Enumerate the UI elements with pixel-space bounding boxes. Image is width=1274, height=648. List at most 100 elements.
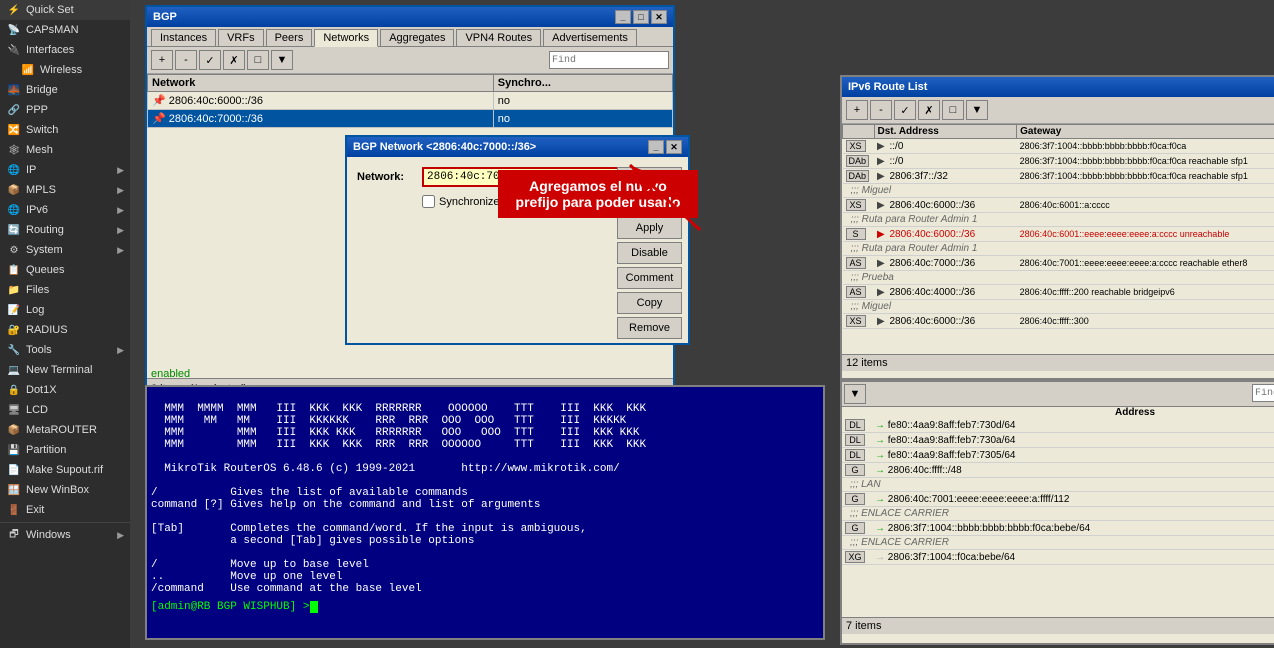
table-row[interactable]: G → 2806:3f7:1004::bbbb:bbbb:bbbb:f0ca:b… <box>842 521 1274 536</box>
ipv6-add-btn[interactable]: + <box>846 100 868 120</box>
route-comment: ;;; Miguel <box>843 184 1274 198</box>
comment-button[interactable]: Comment <box>617 267 682 289</box>
tab-peers[interactable]: Peers <box>266 29 313 46</box>
sidebar-item-switch[interactable]: 🔀 Switch <box>0 120 130 140</box>
table-row[interactable]: DAb ▶ 2806:3f7::/32 2806:3f7:1004::bbbb:… <box>843 169 1274 184</box>
synchronize-checkbox[interactable] <box>422 195 435 208</box>
sidebar-item-metarouter[interactable]: 📦 MetaROUTER <box>0 420 130 440</box>
sidebar-item-exit[interactable]: 🚪 Exit <box>0 500 130 520</box>
sidebar-item-files[interactable]: 📁 Files <box>0 280 130 300</box>
ipv6-titlebar[interactable]: IPv6 Route List _ □ ✕ <box>842 77 1274 97</box>
table-row[interactable]: DL → fe80::4aa9:8aff:feb7:7305/64 <box>842 448 1274 463</box>
ipv6-remove-btn[interactable]: - <box>870 100 892 120</box>
sidebar-item-log[interactable]: 📝 Log <box>0 300 130 320</box>
ipv6-check-btn[interactable]: ✓ <box>894 100 916 120</box>
table-row[interactable]: AS ▶ 2806:40c:4000::/36 2806:40c:ffff::2… <box>843 285 1274 300</box>
bgp-titlebar[interactable]: BGP _ □ ✕ <box>147 7 673 27</box>
sidebar-label-routing: Routing <box>26 224 64 236</box>
sidebar-item-queues[interactable]: 📋 Queues <box>0 260 130 280</box>
bgp-minimize-btn[interactable]: _ <box>615 10 631 24</box>
ipv6-items-count: 12 items <box>842 354 1274 371</box>
tab-networks[interactable]: Networks <box>314 29 378 47</box>
route-comment: ;;; Ruta para Router Admin 1 <box>843 242 1274 256</box>
sidebar-item-mpls[interactable]: 📦 MPLS ▶ <box>0 180 130 200</box>
bgp-maximize-btn[interactable]: □ <box>633 10 649 24</box>
addr-filter-btn[interactable]: ▼ <box>844 384 866 404</box>
terminal-window[interactable]: MMM MMMM MMM III KKK KKK RRRRRRR OOOOOO … <box>145 385 825 640</box>
sidebar-item-new-winbox[interactable]: 🪟 New WinBox <box>0 480 130 500</box>
sidebar-item-capsman[interactable]: 📡 CAPsMAN <box>0 20 130 40</box>
sidebar-item-radius[interactable]: 🔐 RADIUS <box>0 320 130 340</box>
ipv6-copy-btn[interactable]: □ <box>942 100 964 120</box>
sidebar-item-quick-set[interactable]: ⚡ Quick Set <box>0 0 130 20</box>
uncheck-btn[interactable]: ✗ <box>223 50 245 70</box>
ipv6-uncheck-btn[interactable]: ✗ <box>918 100 940 120</box>
table-row[interactable]: 📌 2806:40c:7000::/36 no <box>148 110 673 128</box>
system-icon: ⚙ <box>6 242 22 258</box>
bgp-dialog-titlebar[interactable]: BGP Network <2806:40c:7000::/36> _ ✕ <box>347 137 688 157</box>
check-btn[interactable]: ✓ <box>199 50 221 70</box>
table-row[interactable]: DL → fe80::4aa9:8aff:feb7:730a/64 <box>842 433 1274 448</box>
sidebar-item-tools[interactable]: 🔧 Tools ▶ <box>0 340 130 360</box>
table-row[interactable]: DL → fe80::4aa9:8aff:feb7:730d/64 <box>842 418 1274 433</box>
ipv6-filter-btn[interactable]: ▼ <box>966 100 988 120</box>
bgp-win-controls: _ □ ✕ <box>615 10 667 24</box>
tab-vrfs[interactable]: VRFs <box>218 29 264 46</box>
filter-btn[interactable]: ▼ <box>271 50 293 70</box>
table-row[interactable]: XS ▶ 2806:40c:6000::/36 2806:40c:ffff::3… <box>843 314 1274 329</box>
sidebar-item-windows[interactable]: 🗗 Windows ▶ <box>0 525 130 545</box>
tab-vpn4-routes[interactable]: VPN4 Routes <box>456 29 541 46</box>
sidebar-item-bridge[interactable]: 🌉 Bridge <box>0 80 130 100</box>
bgp-close-btn[interactable]: ✕ <box>651 10 667 24</box>
dialog-close-btn[interactable]: ✕ <box>666 140 682 154</box>
terminal-cursor <box>310 601 318 613</box>
addr-find-input[interactable] <box>1252 384 1274 402</box>
sidebar-item-dot1x[interactable]: 🔒 Dot1X <box>0 380 130 400</box>
bgp-find-input[interactable] <box>549 51 669 69</box>
sidebar-item-wireless[interactable]: 📶 Wireless <box>0 60 130 80</box>
tab-instances[interactable]: Instances <box>151 29 216 46</box>
bgp-toolbar: + - ✓ ✗ □ ▼ <box>147 47 673 74</box>
bridge-icon: 🌉 <box>6 82 22 98</box>
sidebar-item-lcd[interactable]: 🖥 LCD <box>0 400 130 420</box>
table-row[interactable]: S ▶ 2806:40c:6000::/36 2806:40c:6001::ee… <box>843 227 1274 242</box>
table-row[interactable]: G → 2806:40c:ffff::/48 <box>842 463 1274 478</box>
remove-button[interactable]: Remove <box>617 317 682 339</box>
sidebar-item-ip[interactable]: 🌐 IP ▶ <box>0 160 130 180</box>
add-btn[interactable]: + <box>151 50 173 70</box>
table-row[interactable]: AS ▶ 2806:40c:7000::/36 2806:40c:7001::e… <box>843 256 1274 271</box>
tab-advertisements[interactable]: Advertisements <box>543 29 637 46</box>
tab-aggregates[interactable]: Aggregates <box>380 29 454 46</box>
table-row[interactable]: DAb ▶ ::/0 2806:3f7:1004::bbbb:bbbb:bbbb… <box>843 154 1274 169</box>
table-row[interactable]: XG → 2806:3f7:1004::f0ca:bebe/64 <box>842 550 1274 565</box>
route-prefix: S <box>843 227 875 242</box>
disable-button[interactable]: Disable <box>617 242 682 264</box>
sidebar-item-ppp[interactable]: 🔗 PPP <box>0 100 130 120</box>
network-cell: 📌 2806:40c:6000::/36 <box>148 92 494 110</box>
dialog-minimize-btn[interactable]: _ <box>648 140 664 154</box>
sidebar-item-mesh[interactable]: 🕸 Mesh <box>0 140 130 160</box>
make-supout-icon: 📄 <box>6 462 22 478</box>
sidebar-item-interfaces[interactable]: 🔌 Interfaces <box>0 40 130 60</box>
sidebar-item-make-supout[interactable]: 📄 Make Supout.rif <box>0 460 130 480</box>
sidebar-item-system[interactable]: ⚙ System ▶ <box>0 240 130 260</box>
remove-btn[interactable]: - <box>175 50 197 70</box>
sidebar-item-routing[interactable]: 🔄 Routing ▶ <box>0 220 130 240</box>
terminal-prompt: [admin@RB BGP WISPHUB] > <box>151 601 309 613</box>
sidebar: ⚡ Quick Set 📡 CAPsMAN 🔌 Interfaces 📶 Wir… <box>0 0 130 648</box>
table-row[interactable]: XS ▶ 2806:40c:6000::/36 2806:40c:6001::a… <box>843 198 1274 213</box>
sidebar-item-partition[interactable]: 💾 Partition <box>0 440 130 460</box>
ip-icon: 🌐 <box>6 162 22 178</box>
sidebar-label-dot1x: Dot1X <box>26 384 57 396</box>
mesh-icon: 🕸 <box>6 142 22 158</box>
sidebar-item-ipv6[interactable]: 🌐 IPv6 ▶ <box>0 200 130 220</box>
table-row[interactable]: G → 2806:40c:7001:eeee:eeee:eeee:a:ffff/… <box>842 492 1274 507</box>
network-cell: 📌 2806:40c:7000::/36 <box>148 110 494 128</box>
sidebar-item-new-terminal[interactable]: 💻 New Terminal <box>0 360 130 380</box>
table-row[interactable]: XS ▶ ::/0 2806:3f7:1004::bbbb:bbbb:bbbb:… <box>843 139 1274 154</box>
copy-btn[interactable]: □ <box>247 50 269 70</box>
terminal-prompt-row[interactable]: [admin@RB BGP WISPHUB] > <box>147 599 823 615</box>
table-row[interactable]: 📌 2806:40c:6000::/36 no <box>148 92 673 110</box>
copy-button[interactable]: Copy <box>617 292 682 314</box>
table-row-comment: ;;; Miguel <box>843 300 1274 314</box>
